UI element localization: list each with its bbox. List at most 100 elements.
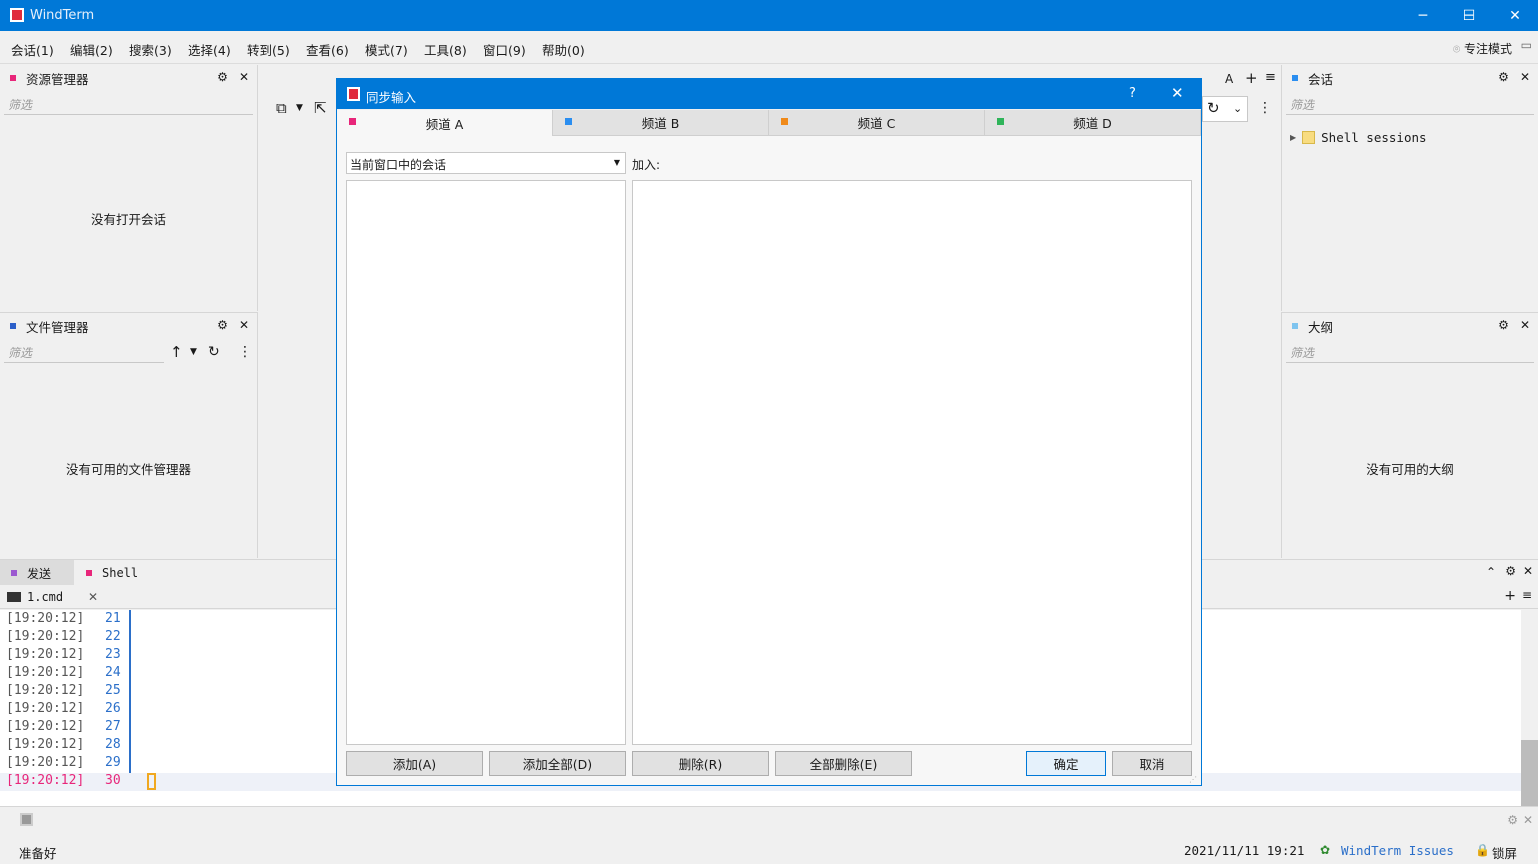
scrollbar-thumb[interactable]	[1521, 740, 1538, 806]
resize-grip-icon[interactable]: ⋰	[1189, 775, 1197, 784]
sessions-filter-input[interactable]: 筛选	[1286, 93, 1534, 115]
tab-channel-b[interactable]: 频道 B	[553, 110, 769, 136]
window-title: WindTerm	[30, 8, 95, 23]
panel-icon[interactable]	[20, 813, 33, 826]
source-select[interactable]: 当前窗口中的会话 ▼	[346, 152, 626, 174]
menu-mode[interactable]: 模式(7)	[365, 40, 408, 59]
sync-input-dialog: 同步输入 ? ✕ 频道 A 频道 B 频道 C 频道 D 当前窗口中的会话 ▼ …	[336, 78, 1202, 786]
dialog-app-icon	[347, 87, 360, 101]
outline-panel: 大纲 ⚙ ✕ 筛选 没有可用的大纲	[1281, 312, 1538, 558]
close-icon[interactable]: ✕	[88, 590, 98, 604]
explorer-filter-input[interactable]: 筛选	[4, 93, 253, 115]
chevron-down-icon[interactable]: ▼	[190, 347, 197, 357]
cancel-button[interactable]: 取消	[1112, 751, 1192, 776]
remove-all-button[interactable]: 全部删除(E)	[775, 751, 912, 776]
close-icon[interactable]: ✕	[1520, 318, 1530, 332]
sessions-title: 会话	[1308, 71, 1334, 87]
menu-icon[interactable]: ≡	[1265, 70, 1276, 85]
layout-icon[interactable]: ▭	[1521, 38, 1532, 52]
channel-b-color-icon	[565, 118, 572, 125]
tab-shell-label: Shell	[102, 566, 139, 580]
popout-icon[interactable]: ⇱	[314, 99, 327, 117]
status-bar: ⚙ ✕ 准备好 2021/11/11 19:21 ✿ WindTerm Issu…	[0, 806, 1538, 864]
tab-send-label: 发送	[27, 566, 52, 581]
shell-dot-icon	[86, 570, 92, 576]
file-manager-filter-input[interactable]: 筛选	[4, 341, 164, 363]
tab-channel-b-label: 频道 B	[641, 116, 680, 131]
close-icon[interactable]: ✕	[1523, 564, 1533, 578]
settings-icon[interactable]: ⚙	[1498, 318, 1509, 332]
file-manager-dot-icon	[10, 323, 16, 329]
close-icon[interactable]: ✕	[1523, 813, 1533, 827]
font-icon[interactable]: A	[1225, 72, 1233, 86]
lock-screen-button[interactable]: 锁屏	[1492, 843, 1517, 862]
menu-view[interactable]: 查看(6)	[306, 40, 349, 59]
joined-sessions-list[interactable]	[632, 180, 1192, 745]
terminal-line: [19:20:12] 26	[6, 701, 121, 716]
menu-edit[interactable]: 编辑(2)	[70, 40, 113, 59]
maximize-icon[interactable]: ☐	[1446, 0, 1492, 31]
ok-button[interactable]: 确定	[1026, 751, 1106, 776]
outline-header: 大纲 ⚙ ✕	[1282, 313, 1538, 339]
refresh-icon[interactable]: ↻	[208, 344, 220, 360]
menu-icon[interactable]: ≡	[1522, 588, 1532, 602]
settings-icon[interactable]: ⚙	[217, 318, 228, 332]
chevron-down-icon: ▼	[613, 158, 620, 167]
title-bar: WindTerm ─	[0, 0, 1538, 31]
menu-session[interactable]: 会话(1)	[11, 40, 54, 59]
settings-icon[interactable]: ⚙	[1507, 813, 1518, 827]
chevron-down-icon[interactable]: ▼	[296, 103, 303, 113]
terminal-line: [19:20:12] 25	[6, 683, 121, 698]
outline-filter-input[interactable]: 筛选	[1286, 341, 1534, 363]
terminal-tab-1cmd[interactable]: 1.cmd ✕	[0, 585, 108, 609]
terminal-line: [19:20:12] 27	[6, 719, 121, 734]
send-dot-icon	[11, 570, 17, 576]
menu-window[interactable]: 窗口(9)	[483, 40, 526, 59]
settings-icon[interactable]: ⚙	[1505, 564, 1516, 578]
dialog-close-icon[interactable]: ✕	[1171, 84, 1184, 102]
tab-shell[interactable]: Shell	[76, 560, 166, 586]
remove-button[interactable]: 删除(R)	[632, 751, 769, 776]
menu-search[interactable]: 搜索(3)	[129, 40, 172, 59]
collapse-icon[interactable]: ⌃	[1486, 565, 1496, 579]
tab-channel-d[interactable]: 频道 D	[985, 110, 1201, 136]
tab-send[interactable]: 发送	[0, 560, 74, 586]
settings-icon[interactable]: ⚙	[1498, 70, 1509, 84]
scrollbar[interactable]	[1521, 610, 1538, 806]
settings-icon[interactable]: ⚙	[217, 70, 228, 84]
reload-dropdown[interactable]: ↻ ⌄	[1202, 96, 1248, 122]
add-button[interactable]: 添加(A)	[346, 751, 483, 776]
close-icon[interactable]: ✕	[239, 318, 249, 332]
add-icon[interactable]: +	[1245, 69, 1258, 87]
available-sessions-list[interactable]	[346, 180, 626, 745]
focus-mode-toggle[interactable]: ⌾ 专注模式	[1453, 40, 1512, 57]
channel-a-color-icon	[349, 118, 356, 125]
file-manager-panel: 文件管理器 ⚙ ✕ 筛选 ↑ ▼ ↻ ⋮ 没有可用的文件管理器	[0, 312, 258, 558]
terminal-line: [19:20:12] 29	[6, 755, 121, 770]
more-icon[interactable]: ⋮	[238, 344, 252, 360]
minimize-icon[interactable]: ─	[1400, 0, 1446, 31]
new-tab-icon[interactable]: ⧉	[276, 99, 287, 117]
up-arrow-icon[interactable]: ↑	[170, 343, 183, 361]
dialog-title-bar: 同步输入 ? ✕	[337, 79, 1201, 109]
tree-item-shell-sessions[interactable]: ▶ Shell sessions	[1290, 130, 1427, 145]
issues-link[interactable]: WindTerm Issues	[1341, 843, 1454, 858]
file-manager-header: 文件管理器 ⚙ ✕	[0, 313, 257, 339]
terminal-line: [19:20:12] 24	[6, 665, 121, 680]
tab-channel-c[interactable]: 频道 C	[769, 110, 985, 136]
close-window-icon[interactable]: ✕	[1492, 0, 1538, 31]
help-button[interactable]: ?	[1129, 86, 1136, 101]
menu-tools[interactable]: 工具(8)	[424, 40, 467, 59]
add-icon[interactable]: +	[1504, 588, 1516, 604]
add-all-button[interactable]: 添加全部(D)	[489, 751, 626, 776]
menu-help[interactable]: 帮助(0)	[542, 40, 585, 59]
close-icon[interactable]: ✕	[1520, 70, 1530, 84]
cursor	[147, 773, 156, 790]
sessions-panel: 会话 ⚙ ✕ 筛选 ▶ Shell sessions	[1281, 65, 1538, 311]
menu-select[interactable]: 选择(4)	[188, 40, 231, 59]
menu-goto[interactable]: 转到(5)	[247, 40, 290, 59]
file-manager-title: 文件管理器	[26, 319, 89, 335]
more-icon[interactable]: ⋮	[1258, 100, 1272, 116]
tab-channel-a[interactable]: 频道 A	[337, 110, 553, 136]
close-icon[interactable]: ✕	[239, 70, 249, 84]
